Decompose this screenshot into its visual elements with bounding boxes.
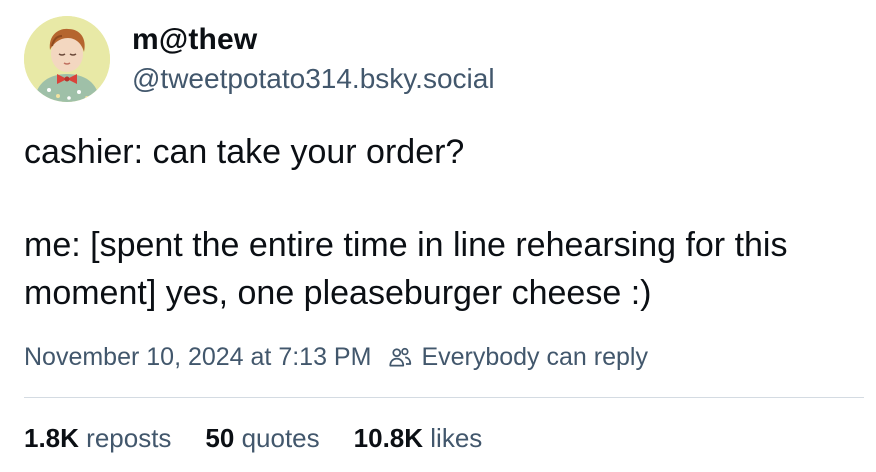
avatar-image [24, 16, 110, 102]
post-card: m@thew @tweetpotato314.bsky.social cashi… [0, 0, 876, 472]
quotes-stat[interactable]: 50 quotes [205, 420, 319, 456]
reposts-label: reposts [86, 423, 172, 453]
post-meta: November 10, 2024 at 7:13 PM Everybody c… [24, 339, 648, 375]
author-handle[interactable]: @tweetpotato314.bsky.social [132, 61, 495, 97]
reposts-stat[interactable]: 1.8K reposts [24, 420, 171, 456]
post-header: m@thew @tweetpotato314.bsky.social [24, 16, 495, 102]
post-timestamp[interactable]: November 10, 2024 at 7:13 PM [24, 339, 371, 375]
author-display-name[interactable]: m@thew [132, 21, 495, 59]
likes-stat[interactable]: 10.8K likes [354, 420, 483, 456]
reposts-count: 1.8K [24, 423, 79, 453]
author-names: m@thew @tweetpotato314.bsky.social [132, 21, 495, 97]
post-stats: 1.8K reposts 50 quotes 10.8K likes [24, 420, 516, 456]
divider [24, 397, 864, 398]
quotes-label: quotes [241, 423, 320, 453]
reply-setting-label: Everybody can reply [421, 343, 648, 371]
people-icon [389, 347, 412, 367]
post-text-line-1: cashier: can take your order? [24, 133, 465, 171]
quotes-count: 50 [205, 423, 235, 453]
likes-count: 10.8K [353, 423, 424, 453]
post-text: cashier: can take your order? me: [spent… [24, 128, 854, 317]
reply-setting[interactable]: Everybody can reply [387, 339, 648, 375]
post-text-line-2: me: [spent the entire time in line rehea… [24, 226, 788, 312]
likes-label: likes [430, 423, 483, 453]
avatar[interactable] [24, 16, 110, 102]
